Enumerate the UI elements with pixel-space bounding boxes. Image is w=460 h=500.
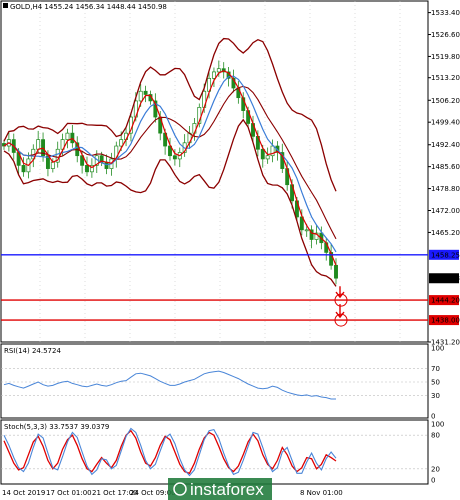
rsi-tick-label: 50 bbox=[431, 379, 440, 387]
chart-header: GOLD,H4 1455.24 1456.34 1448.44 1450.98 bbox=[10, 3, 167, 11]
x-tick-label: 14 Oct 2019 bbox=[2, 489, 45, 497]
candle-body bbox=[211, 71, 216, 79]
stoch-header: Stoch(5,3,3) 33.7537 39.0379 bbox=[4, 423, 109, 431]
y-tick-label: 1499.40 bbox=[431, 119, 460, 127]
rsi-header: RSI(14) 24.5724 bbox=[4, 347, 61, 355]
level-price-label: 1458.25 bbox=[431, 251, 460, 259]
chart-container: 1533.40 1526.60 1519.80 1513.20 1506.20 1499.… bbox=[0, 0, 460, 500]
candle-body bbox=[36, 139, 41, 150]
stoch-tick-label: 0 bbox=[431, 477, 435, 485]
candle-body bbox=[304, 229, 309, 232]
stoch-tick-label: 80 bbox=[431, 432, 440, 440]
y-tick-label: 1533.40 bbox=[431, 9, 460, 17]
candle-body bbox=[216, 68, 221, 73]
candle-body bbox=[138, 90, 143, 102]
candle-body bbox=[334, 264, 338, 279]
candle-body bbox=[65, 132, 70, 140]
y-tick-label: 1526.60 bbox=[431, 31, 460, 39]
chart-svg: 1533.40 1526.60 1519.80 1513.20 1506.20 1499.… bbox=[0, 0, 460, 500]
y-tick-label: 1465.20 bbox=[431, 229, 460, 237]
candle-body bbox=[265, 155, 270, 160]
candle-body bbox=[21, 165, 26, 173]
stoch-tick-label: 20 bbox=[431, 465, 440, 473]
candle-body bbox=[143, 90, 148, 95]
x-tick-label: 8 Nov 01:00 bbox=[300, 489, 343, 497]
current-price-label: 1450.98 bbox=[431, 275, 460, 283]
y-tick-label: 1492.40 bbox=[431, 141, 460, 149]
y-tick-label: 1472.00 bbox=[431, 207, 460, 215]
y-tick-label: 1485.60 bbox=[431, 163, 460, 171]
y-tick-label: 1513.20 bbox=[431, 74, 460, 82]
candle-body bbox=[50, 161, 55, 169]
candle-body bbox=[85, 165, 89, 173]
symbol-marker bbox=[3, 3, 8, 8]
x-tick-label: 17 Oct 01:00 bbox=[46, 489, 92, 497]
watermark-text: instaforex bbox=[190, 480, 264, 499]
rsi-tick-label: 0 bbox=[431, 413, 435, 421]
candle-body bbox=[172, 155, 177, 160]
y-tick-label: 1478.80 bbox=[431, 185, 460, 193]
rsi-pane bbox=[0, 343, 429, 419]
rsi-tick-label: 30 bbox=[431, 392, 440, 400]
level-price-label: 1438.00 bbox=[431, 317, 460, 325]
rsi-tick-label: 100 bbox=[431, 345, 444, 353]
y-tick-label: 1519.80 bbox=[431, 53, 460, 61]
y-tick-label: 1506.20 bbox=[431, 97, 460, 105]
candle-body bbox=[260, 148, 265, 160]
stoch-tick-label: 100 bbox=[431, 421, 444, 429]
level-price-label: 1444.20 bbox=[431, 297, 460, 305]
rsi-tick-label: 70 bbox=[431, 365, 440, 373]
